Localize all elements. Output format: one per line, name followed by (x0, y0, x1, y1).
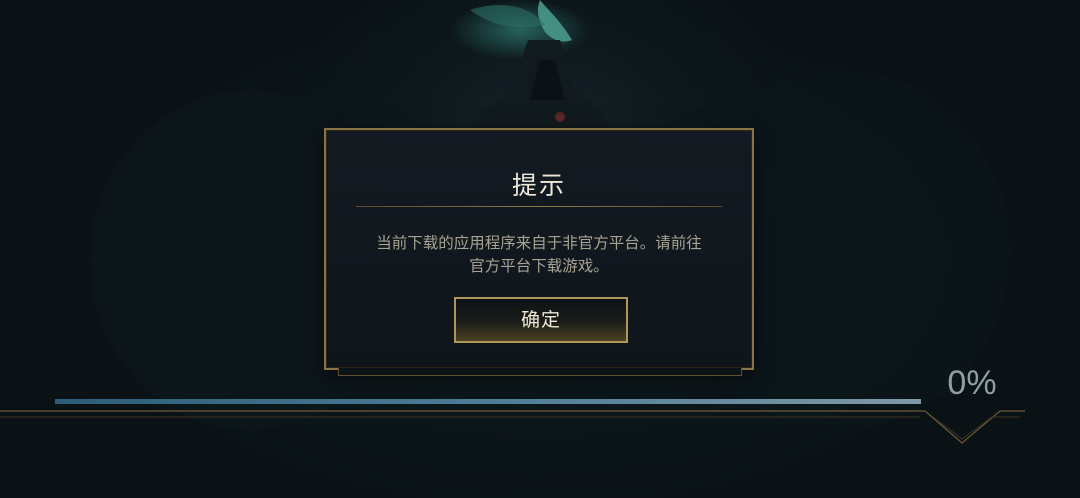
dialog-message-line: 当前下载的应用程序来自于非官方平台。请前往 (376, 234, 702, 252)
notice-dialog: 提示 当前下载的应用程序来自于非官方平台。请前往 官方平台下载游戏。 确定 (324, 128, 754, 370)
bottom-frame-ornament (0, 410, 1025, 444)
confirm-button[interactable]: 确定 (454, 297, 628, 343)
loading-screen: 提示 当前下载的应用程序来自于非官方平台。请前往 官方平台下载游戏。 确定 0% (0, 0, 1080, 498)
dialog-message-line: 官方平台下载游戏。 (469, 257, 609, 275)
loading-percent-text: 0% (947, 364, 997, 402)
loading-progress-fill (55, 399, 921, 404)
dialog-divider (356, 206, 722, 207)
dialog-bottom-frame (338, 368, 742, 376)
dialog-title: 提示 (511, 171, 566, 200)
loading-progress-bar (55, 399, 921, 404)
dialog-message: 当前下载的应用程序来自于非官方平台。请前往 官方平台下载游戏。 (352, 232, 726, 278)
